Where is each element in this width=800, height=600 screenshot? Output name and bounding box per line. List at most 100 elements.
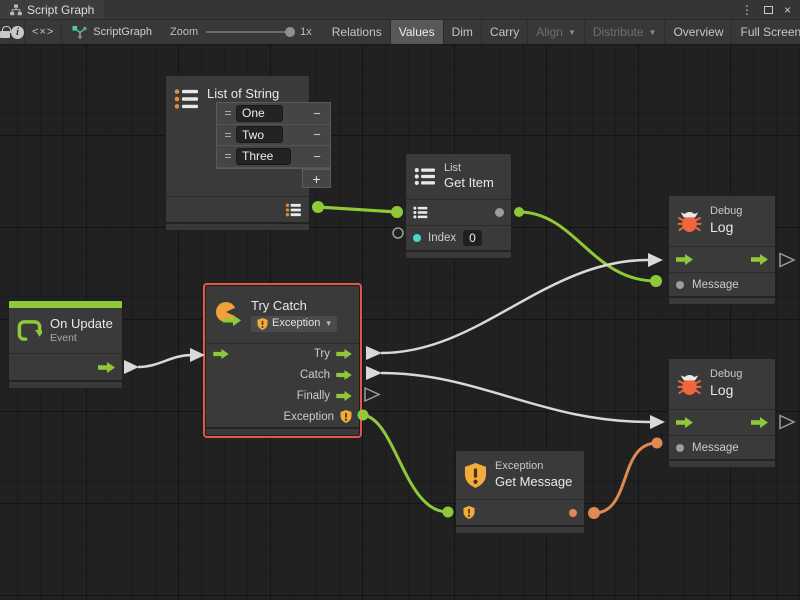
add-item-button[interactable]: + bbox=[302, 169, 331, 188]
port-label: Try bbox=[314, 348, 330, 360]
info-button[interactable]: i bbox=[11, 20, 25, 44]
zoom-slider[interactable] bbox=[206, 31, 292, 33]
unconnected-value-port[interactable] bbox=[393, 228, 403, 238]
node-footer bbox=[406, 250, 511, 258]
finally-output-port[interactable] bbox=[336, 391, 352, 401]
zoom-control: Zoom 1x bbox=[162, 20, 320, 44]
index-value-field[interactable]: 0 bbox=[463, 230, 482, 246]
toolbar-button-fullscreen[interactable]: Full Screen bbox=[732, 20, 800, 44]
flow-input-row: Try bbox=[206, 343, 359, 364]
node-debug-log-top[interactable]: Debug Log Message bbox=[668, 195, 776, 305]
wire-getmessage-to-log-message[interactable] bbox=[594, 443, 657, 513]
flow-input-port[interactable] bbox=[213, 349, 229, 359]
message-output-port[interactable] bbox=[569, 509, 577, 517]
flow-output-port[interactable] bbox=[751, 254, 768, 265]
window-menu-icon[interactable]: ⋮ bbox=[741, 4, 753, 16]
list-output-port[interactable] bbox=[285, 203, 302, 217]
node-footer bbox=[456, 525, 584, 533]
index-input-port[interactable] bbox=[413, 234, 421, 242]
catch-output-port[interactable] bbox=[336, 370, 352, 380]
window-controls: ⋮ × bbox=[732, 0, 800, 19]
wire-exception-to-getmessage[interactable] bbox=[363, 415, 448, 512]
unconnected-flow-port[interactable] bbox=[365, 388, 379, 401]
list-item-input[interactable] bbox=[236, 105, 283, 122]
list-inspector: = − = − = − + bbox=[216, 102, 331, 169]
node-footer bbox=[669, 459, 775, 467]
toolbar-button-distribute[interactable]: Distribute ▼ bbox=[585, 20, 666, 44]
zoom-slider-knob[interactable] bbox=[285, 27, 295, 37]
try-output-port[interactable] bbox=[336, 349, 352, 359]
node-title: Try Catch bbox=[251, 298, 337, 314]
flow-input-port[interactable] bbox=[676, 254, 693, 265]
exception-output-port[interactable] bbox=[340, 410, 352, 423]
list-item-input[interactable] bbox=[236, 126, 283, 143]
wire-onupdate-to-trycatch[interactable] bbox=[138, 355, 192, 367]
tab-script-graph[interactable]: Script Graph bbox=[0, 0, 104, 19]
flow-output-port[interactable] bbox=[751, 417, 768, 428]
graph-name: ScriptGraph bbox=[93, 26, 152, 38]
flow-arrowhead bbox=[366, 346, 382, 360]
bug-icon bbox=[677, 209, 702, 233]
wire-list-to-getitem[interactable] bbox=[318, 207, 397, 212]
toolbar-button-carry[interactable]: Carry bbox=[482, 20, 528, 44]
unconnected-flow-port[interactable] bbox=[780, 416, 794, 429]
graph-toolbar: i <×> ScriptGraph Zoom 1x Relations Valu… bbox=[0, 19, 800, 45]
node-on-update[interactable]: On Update Event bbox=[8, 300, 123, 389]
message-input-port[interactable] bbox=[676, 444, 684, 452]
graph-canvas[interactable]: List of String = − = − = − + bbox=[0, 45, 800, 600]
close-icon[interactable]: × bbox=[784, 4, 791, 16]
maximize-icon[interactable] bbox=[764, 6, 773, 14]
toolbar-button-relations[interactable]: Relations bbox=[324, 20, 391, 44]
flow-input-port[interactable] bbox=[676, 417, 693, 428]
unconnected-flow-port[interactable] bbox=[780, 254, 794, 267]
node-list-of-string[interactable]: List of String = − = − = − + bbox=[165, 75, 310, 231]
toolbar-button-align[interactable]: Align ▼ bbox=[528, 20, 585, 44]
message-input-port[interactable] bbox=[676, 281, 684, 289]
graph-breadcrumb[interactable]: ScriptGraph bbox=[62, 20, 162, 44]
port-label: Finally bbox=[297, 390, 330, 402]
remove-item-button[interactable]: − bbox=[307, 106, 327, 121]
wire-endpoint bbox=[443, 507, 454, 518]
lock-button[interactable] bbox=[0, 20, 11, 44]
item-output-port[interactable] bbox=[495, 208, 504, 217]
toolbar-button-overview[interactable]: Overview bbox=[665, 20, 732, 44]
node-debug-log-bottom[interactable]: Debug Log Message bbox=[668, 358, 776, 468]
exception-io-row bbox=[456, 499, 584, 525]
finally-row: Finally bbox=[206, 385, 359, 406]
node-footer bbox=[206, 427, 359, 435]
node-title: Log bbox=[710, 382, 742, 400]
flow-row bbox=[669, 409, 775, 435]
exception-type-dropdown[interactable]: Exception ▾ bbox=[251, 316, 337, 332]
node-type: Debug bbox=[710, 205, 742, 219]
port-label: Index bbox=[428, 232, 456, 244]
exception-input-port[interactable] bbox=[463, 506, 475, 519]
wire-getitem-to-log-message[interactable] bbox=[519, 212, 656, 281]
window-tab-bar: Script Graph ⋮ × bbox=[0, 0, 800, 19]
zoom-value: 1x bbox=[300, 26, 312, 38]
inspect-code-button[interactable]: <×> bbox=[25, 20, 62, 44]
toolbar-button-dim[interactable]: Dim bbox=[444, 20, 482, 44]
remove-item-button[interactable]: − bbox=[307, 149, 327, 164]
wire-try-to-log[interactable] bbox=[381, 260, 648, 353]
list-input-port[interactable] bbox=[413, 206, 428, 219]
node-get-message[interactable]: Exception Get Message bbox=[455, 450, 585, 534]
node-get-item[interactable]: List Get Item Index 0 bbox=[405, 153, 512, 259]
port-label: Message bbox=[692, 442, 739, 454]
list-item-row: = − bbox=[217, 146, 330, 168]
node-try-catch[interactable]: Try Catch Exception ▾ Try bbox=[205, 285, 360, 436]
node-title: Get Message bbox=[495, 474, 572, 490]
port-label: Catch bbox=[300, 369, 330, 381]
drag-handle-icon[interactable]: = bbox=[220, 149, 236, 163]
drag-handle-icon[interactable]: = bbox=[220, 128, 236, 142]
wire-catch-to-log[interactable] bbox=[381, 373, 650, 422]
list-item-input[interactable] bbox=[236, 148, 291, 165]
node-title: List of String bbox=[207, 86, 279, 102]
toolbar-button-values[interactable]: Values bbox=[391, 20, 444, 44]
drag-handle-icon[interactable]: = bbox=[220, 106, 236, 120]
flow-arrowhead bbox=[124, 360, 139, 374]
remove-item-button[interactable]: − bbox=[307, 127, 327, 142]
wire-endpoint bbox=[652, 438, 663, 449]
node-type: List bbox=[444, 162, 494, 176]
chevron-down-icon: ▼ bbox=[568, 28, 576, 37]
flow-output-port[interactable] bbox=[98, 362, 115, 373]
